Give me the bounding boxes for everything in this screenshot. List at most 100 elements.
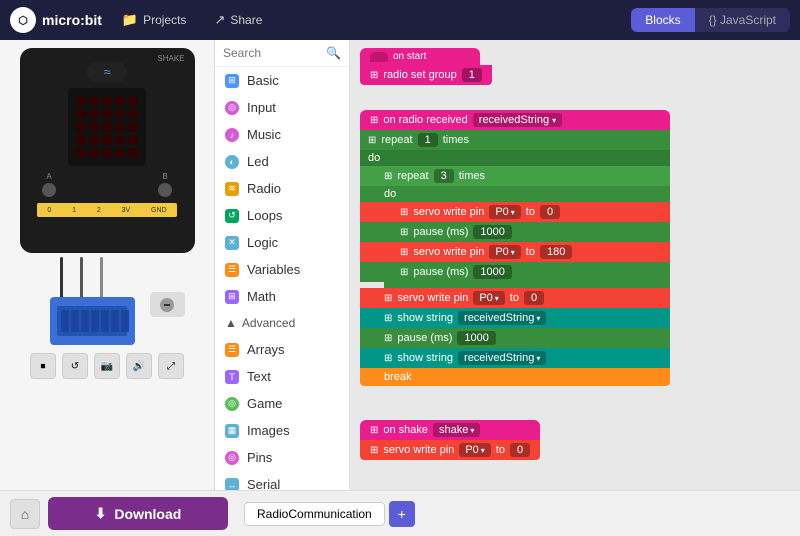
folder-icon: 📁 [122,12,138,28]
show-string-2-block: ⊞ show string receivedString ▾ [360,348,670,368]
sidebar-item-math[interactable]: ⊞ Math [215,283,349,310]
math-icon: ⊞ [225,290,239,304]
share-icon: ↗ [214,12,225,28]
tab-label: RadioCommunication [257,507,372,521]
sidebar-item-variables[interactable]: ☰ Variables [215,256,349,283]
pause-1000c-block: ⊞ pause (ms) 1000 [360,328,670,348]
simulator-panel: SHAKE ≈ [0,40,215,490]
b-button[interactable] [158,183,172,197]
break-label: break [384,371,412,383]
servo-180-icon: ⊞ [400,247,408,258]
logo-text: micro:bit [42,12,102,28]
show-string-2-dropdown[interactable]: receivedString ▾ [458,351,546,365]
blocks-canvas: on start ⊞ radio set group 1 ⊞ on radio … [350,40,800,490]
sidebar-item-basic[interactable]: ⊞ Basic [215,67,349,94]
repeat-1-container: ⊞ repeat 1 times [360,130,670,150]
breadboard [50,297,135,345]
radio-label: Radio [247,181,281,196]
servo-pin-0[interactable]: P0 ▾ [489,205,520,219]
sidebar-item-logic[interactable]: ✕ Logic [215,229,349,256]
sidebar-item-loops[interactable]: ↺ Loops [215,202,349,229]
servo-pin-0b[interactable]: P0 ▾ [473,291,504,305]
categories-panel: 🔍 ⊞ Basic ◎ Input ♪ Music ◐ Led ≋ Radio … [215,40,350,490]
tab-radio-communication[interactable]: RadioCommunication [244,502,385,526]
pause-a-icon: ⊞ [400,227,408,238]
pins-icon: ◎ [225,451,239,465]
variables-label: Variables [247,262,300,277]
on-start-label: on start [393,51,426,62]
pause-c-icon: ⊞ [384,333,392,344]
expand-button[interactable]: ⤢ [158,353,184,379]
sound-button[interactable]: 🔊 [126,353,152,379]
on-radio-received-group: ⊞ on radio received receivedString ▾ ⊞ r… [360,110,670,386]
sidebar-item-input[interactable]: ◎ Input [215,94,349,121]
led-label: Led [247,154,269,169]
screenshot-button[interactable]: 📷 [94,353,120,379]
search-icon: 🔍 [326,46,341,60]
led-grid [68,88,146,166]
repeat-3-container: ⊞ repeat 3 times [360,166,670,186]
stop-button[interactable]: ⏹ [30,353,56,379]
pause-val-1000a: 1000 [473,225,511,239]
servo-shake-icon: ⊞ [370,445,378,456]
sidebar-item-music[interactable]: ♪ Music [215,121,349,148]
logic-icon: ✕ [225,236,239,250]
show-string-1-dropdown[interactable]: receivedString ▾ [458,311,546,325]
received-string-dropdown[interactable]: receivedString ▾ [473,113,562,127]
sidebar-item-serial[interactable]: ↔ Serial [215,471,349,490]
shake-dropdown[interactable]: shake ▾ [433,423,480,437]
plus-icon: + [398,506,406,522]
ab-buttons-row: A B [42,172,172,197]
logo: ⬡ micro:bit [10,7,102,33]
home-button[interactable]: ⌂ [10,499,40,529]
pause-1000a-block: ⊞ pause (ms) 1000 [360,222,670,242]
game-label: Game [247,396,282,411]
servo-val-180: 180 [540,245,572,259]
on-shake-icon: ⊞ [370,425,378,436]
basic-label: Basic [247,73,279,88]
pause-b-icon: ⊞ [400,267,408,278]
sidebar-item-pins[interactable]: ◎ Pins [215,444,349,471]
projects-button[interactable]: 📁 Projects [114,8,195,32]
sidebar-item-images[interactable]: ▦ Images [215,417,349,444]
serial-icon: ↔ [225,478,239,491]
download-icon: ⬇ [95,505,107,522]
images-icon: ▦ [225,424,239,438]
javascript-mode-button[interactable]: {} JavaScript [695,8,790,32]
loops-label: Loops [247,208,282,223]
serial-label: Serial [247,477,280,490]
restart-button[interactable]: ↺ [62,353,88,379]
music-label: Music [247,127,281,142]
do-label-row-2: do [360,186,670,202]
sidebar-item-text[interactable]: T Text [215,363,349,390]
blocks-mode-button[interactable]: Blocks [631,8,694,32]
search-input[interactable] [223,46,322,60]
download-button[interactable]: ⬇ Download [48,497,228,530]
a-button[interactable] [42,183,56,197]
header: ⬡ micro:bit 📁 Projects ↗ Share Blocks {}… [0,0,800,40]
sidebar-item-game[interactable]: ◎ Game [215,390,349,417]
sidebar-item-radio[interactable]: ≋ Radio [215,175,349,202]
sidebar-item-led[interactable]: ◐ Led [215,148,349,175]
arrays-icon: ☰ [225,343,239,357]
footer: ⌂ ⬇ Download RadioCommunication + [0,490,800,536]
servo-pin-180[interactable]: P0 ▾ [489,245,520,259]
pins-label: Pins [247,450,272,465]
text-label: Text [247,369,271,384]
pause-val-1000b: 1000 [473,265,511,279]
repeat-1-value: 1 [418,133,438,147]
servo-write-shake-block: ⊞ servo write pin P0 ▾ to 0 [360,440,540,460]
share-button[interactable]: ↗ Share [206,8,270,32]
tab-new-button[interactable]: + [389,501,415,527]
break-block: break [360,368,670,386]
sidebar-item-arrays[interactable]: ☰ Arrays [215,336,349,363]
home-icon: ⌂ [21,506,29,522]
text-icon: T [225,370,239,384]
wires-area [20,257,195,347]
servo-shake-pin[interactable]: P0 ▾ [459,443,490,457]
logic-label: Logic [247,235,278,250]
advanced-section-header[interactable]: ▲ Advanced [215,310,349,336]
radio-set-group-block: ⊞ radio set group 1 [360,65,492,85]
input-icon: ◎ [225,101,239,115]
shake-label: SHAKE [157,54,184,63]
